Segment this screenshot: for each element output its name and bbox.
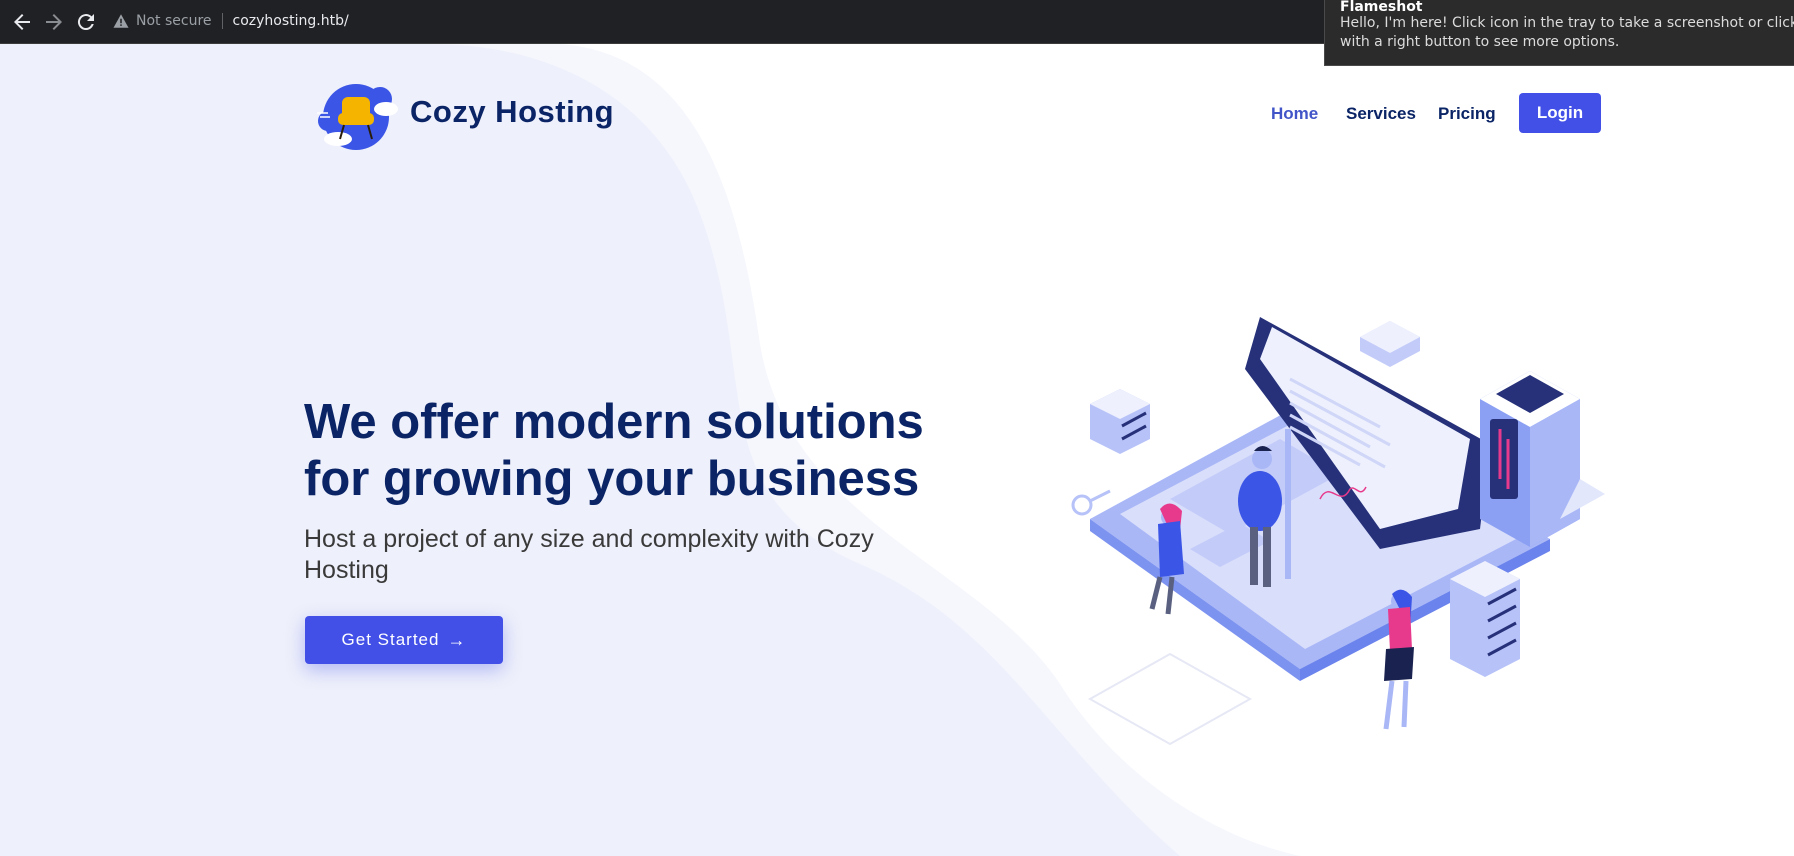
hero-title: We offer modern solutions for growing yo…: [304, 395, 924, 506]
hero-illustration: [1071, 317, 1605, 746]
url-text[interactable]: cozyhosting.htb/: [233, 13, 349, 29]
reload-icon[interactable]: [74, 10, 98, 34]
flameshot-notification[interactable]: Flameshot Hello, I'm here! Click icon in…: [1324, 0, 1794, 66]
hero-subtitle: Host a project of any size and complexit…: [304, 525, 874, 584]
address-bar[interactable]: Not secure cozyhosting.htb/: [112, 8, 349, 34]
forward-arrow-icon[interactable]: [42, 10, 66, 34]
get-started-button[interactable]: Get Started →: [305, 616, 503, 664]
notification-title: Flameshot: [1340, 0, 1423, 15]
notification-body: Hello, I'm here! Click icon in the tray …: [1340, 15, 1794, 50]
nav-services[interactable]: Services: [1346, 104, 1416, 124]
get-started-label: Get Started: [341, 630, 440, 649]
back-arrow-icon[interactable]: [10, 10, 34, 34]
login-button[interactable]: Login: [1519, 93, 1601, 133]
nav-home[interactable]: Home: [1271, 104, 1318, 124]
brand-name[interactable]: Cozy Hosting: [410, 94, 614, 130]
arrow-right-icon: →: [447, 629, 467, 650]
divider: [221, 13, 223, 29]
logo-icon[interactable]: [314, 77, 400, 157]
nav-pricing[interactable]: Pricing: [1438, 104, 1496, 124]
warning-icon: [113, 14, 129, 28]
security-label: Not secure: [136, 13, 212, 29]
webpage: Cozy Hosting Home Services Pricing Login…: [0, 44, 1794, 856]
